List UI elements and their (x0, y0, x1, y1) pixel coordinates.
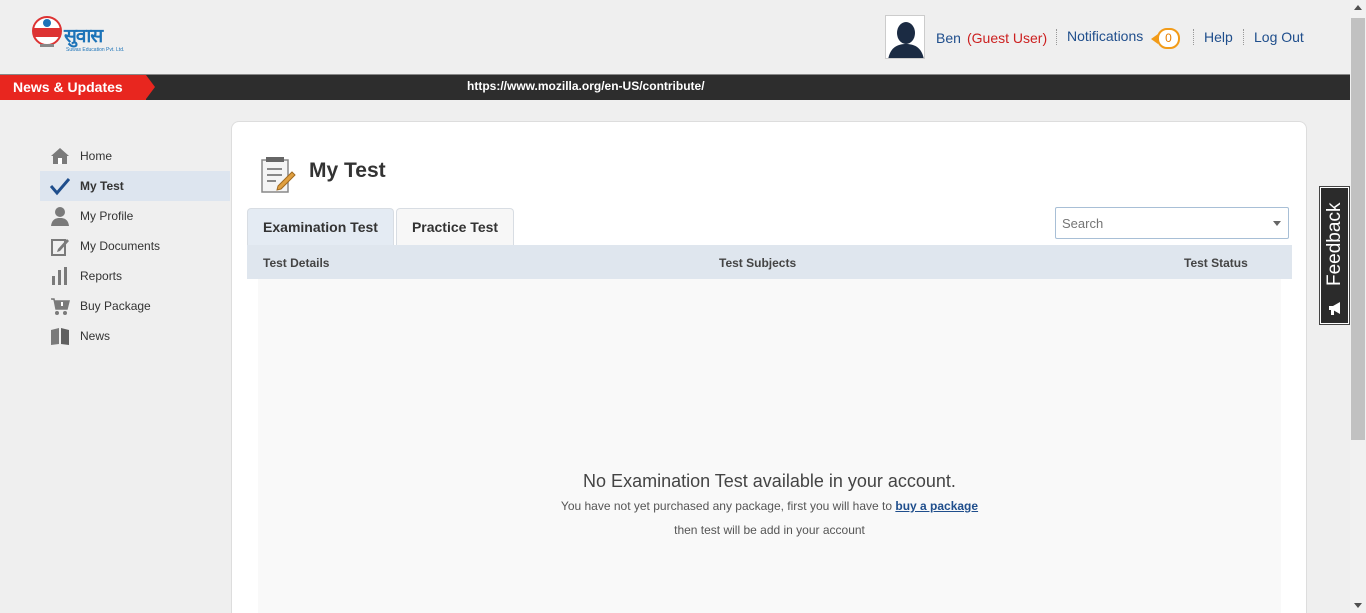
sidebar-item-my-test[interactable]: My Test (40, 171, 230, 201)
news-label: News & Updates (0, 75, 155, 100)
notifications-link[interactable]: Notifications (1067, 28, 1143, 44)
sidebar-item-label: My Documents (80, 239, 161, 253)
sidebar-nav: Home My Test My Profile My Documents Rep… (40, 141, 230, 351)
feedback-label: Feedback (1324, 202, 1345, 286)
notifications-count-badge[interactable]: 0 (1151, 28, 1180, 49)
feedback-button[interactable]: Feedback (1319, 186, 1350, 325)
logo-text: सुवास (64, 25, 103, 47)
empty-state-message: You have not yet purchased any package, … (258, 499, 1281, 513)
test-document-icon (261, 157, 296, 193)
user-icon (51, 207, 69, 226)
sidebar-item-label: Buy Package (80, 299, 151, 313)
sidebar-item-label: Home (80, 149, 113, 163)
empty-state-message-text: You have not yet purchased any package, … (560, 499, 896, 513)
user-silhouette-icon (886, 16, 924, 58)
user-role: (Guest User) (967, 30, 1048, 46)
divider (1056, 29, 1057, 45)
sidebar-item-home[interactable]: Home (40, 141, 230, 171)
logo[interactable]: सुवास Suwas Education Pvt. Ltd. (30, 14, 130, 60)
table-body: No Examination Test available in your ac… (258, 279, 1281, 613)
user-name[interactable]: Ben (936, 30, 961, 46)
sidebar-item-label: Reports (80, 269, 123, 283)
cart-icon (51, 298, 70, 315)
header: सुवास Suwas Education Pvt. Ltd. Ben (Gue… (0, 0, 1350, 74)
megaphone-icon (1329, 302, 1340, 315)
column-header-test-details[interactable]: Test Details (263, 256, 329, 270)
scrollbar-thumb[interactable] (1351, 18, 1365, 440)
checkmark-icon (50, 178, 70, 196)
chevron-down-icon[interactable] (1273, 221, 1281, 226)
home-icon (51, 148, 69, 164)
news-ticker-text[interactable]: https://www.mozilla.org/en-US/contribute… (467, 79, 705, 93)
tab-examination-test[interactable]: Examination Test (247, 208, 394, 245)
buy-package-link[interactable]: buy a package (895, 499, 978, 513)
column-header-test-subjects[interactable]: Test Subjects (719, 256, 796, 270)
help-link[interactable]: Help (1204, 29, 1233, 45)
search-input[interactable] (1055, 207, 1289, 239)
divider (1193, 29, 1194, 45)
sidebar-item-label: News (80, 329, 111, 343)
logo-emblem-icon (32, 16, 62, 47)
table-header: Test Details Test Subjects Test Status (247, 245, 1292, 279)
sidebar-item-reports[interactable]: Reports (40, 261, 230, 291)
sidebar-item-label: My Profile (80, 209, 134, 223)
empty-state-title: No Examination Test available in your ac… (583, 471, 956, 491)
avatar[interactable] (885, 15, 925, 59)
tab-practice-test[interactable]: Practice Test (396, 208, 514, 245)
sidebar-item-buy-package[interactable]: Buy Package (40, 291, 230, 321)
book-icon (51, 328, 69, 345)
scroll-down-arrow-icon[interactable] (1354, 603, 1362, 608)
bar-chart-icon (52, 267, 67, 285)
scroll-up-arrow-icon[interactable] (1354, 5, 1362, 10)
main-panel: My Test Examination Test Practice Test T… (231, 121, 1307, 613)
vertical-scrollbar[interactable] (1350, 0, 1366, 613)
sidebar-item-my-documents[interactable]: My Documents (40, 231, 230, 261)
sidebar-item-news[interactable]: News (40, 321, 230, 351)
sidebar-item-label: My Test (80, 179, 124, 193)
sidebar-item-my-profile[interactable]: My Profile (40, 201, 230, 231)
logo-subtitle: Suwas Education Pvt. Ltd. (66, 47, 125, 53)
news-ticker-bar: News & Updates https://www.mozilla.org/e… (0, 74, 1350, 100)
edit-document-icon (51, 239, 69, 256)
page-title: My Test (309, 159, 386, 182)
logout-link[interactable]: Log Out (1254, 29, 1304, 45)
empty-state-message-continued: then test will be add in your account (674, 523, 865, 537)
divider (1243, 29, 1244, 45)
column-header-test-status[interactable]: Test Status (1184, 256, 1248, 270)
